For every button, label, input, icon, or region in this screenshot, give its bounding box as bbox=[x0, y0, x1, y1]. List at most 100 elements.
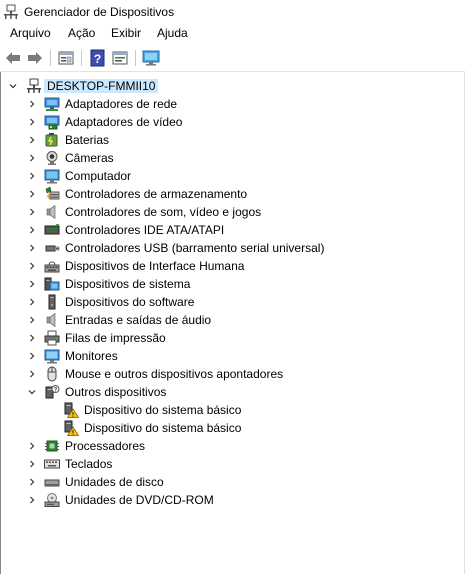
computer-icon bbox=[44, 169, 60, 184]
chevron-right-icon[interactable] bbox=[28, 370, 36, 378]
chevron-right-icon[interactable] bbox=[28, 316, 36, 324]
tree-item-label: Unidades de DVD/CD-ROM bbox=[65, 493, 214, 507]
tree-item-label: Controladores de armazenamento bbox=[65, 187, 248, 201]
tree-item-dispositivo-do-sistema-basico[interactable]: Dispositivo do sistema básico bbox=[1, 419, 464, 437]
display-adapter-icon bbox=[44, 115, 60, 130]
tree-item-label: Monitores bbox=[65, 349, 118, 363]
tree-item-dispositivos-de-sistema[interactable]: Dispositivos de sistema bbox=[1, 275, 464, 293]
tree-item-unidades-de-dvd-cd-rom[interactable]: Unidades de DVD/CD-ROM bbox=[1, 491, 464, 509]
software-device-icon bbox=[48, 294, 56, 310]
chevron-right-icon[interactable] bbox=[28, 172, 36, 180]
tree-item-label: Dispositivo do sistema básico bbox=[84, 421, 242, 435]
tree-item-label: Controladores de som, vídeo e jogos bbox=[65, 205, 262, 219]
tree-item-label: Controladores USB (barramento serial uni… bbox=[65, 241, 325, 255]
chevron-right-icon[interactable] bbox=[28, 478, 36, 486]
chevron-down-icon[interactable] bbox=[28, 388, 36, 396]
tree-item-baterias[interactable]: Baterias bbox=[1, 131, 464, 149]
toolbar-separator bbox=[81, 50, 82, 66]
chevron-right-icon[interactable] bbox=[28, 100, 36, 108]
menu-acao[interactable]: Ação bbox=[66, 26, 97, 40]
printer-icon bbox=[44, 330, 60, 346]
tree-item-label: Baterias bbox=[65, 133, 110, 147]
chevron-right-icon[interactable] bbox=[28, 262, 36, 270]
tree-item-adaptadores-de-video[interactable]: Adaptadores de vídeo bbox=[1, 113, 464, 131]
properties-button[interactable] bbox=[57, 49, 75, 67]
tree-root[interactable]: DESKTOP-FMMII10 bbox=[1, 77, 464, 95]
tree-item-monitores[interactable]: Monitores bbox=[1, 347, 464, 365]
battery-icon bbox=[45, 133, 58, 147]
chevron-right-icon[interactable] bbox=[28, 298, 36, 306]
tree-item-processadores[interactable]: Processadores bbox=[1, 437, 464, 455]
forward-button[interactable] bbox=[26, 49, 44, 67]
tree-item-label: Computador bbox=[65, 169, 132, 183]
menu-arquivo[interactable]: Arquivo bbox=[8, 26, 53, 40]
device-manager-icon bbox=[4, 4, 18, 19]
svg-text:?: ? bbox=[54, 387, 58, 393]
usb-icon bbox=[45, 245, 60, 252]
tree-item-label: Unidades de disco bbox=[65, 475, 164, 489]
chevron-right-icon[interactable] bbox=[28, 352, 36, 360]
tree-item-label: Adaptadores de rede bbox=[65, 97, 178, 111]
tree-item-label: Entradas e saídas de áudio bbox=[65, 313, 212, 327]
processor-icon bbox=[45, 440, 59, 452]
tree-item-cameras[interactable]: Câmeras bbox=[1, 149, 464, 167]
back-button[interactable] bbox=[4, 49, 22, 67]
tree-item-dispositivos-do-software[interactable]: Dispositivos do software bbox=[1, 293, 464, 311]
storage-controller-icon bbox=[45, 186, 60, 200]
svg-text:?: ? bbox=[94, 52, 101, 66]
device-tree: DESKTOP-FMMII10 Adaptadores de rede Adap… bbox=[0, 72, 465, 574]
tree-item-label: Outros dispositivos bbox=[65, 385, 167, 399]
ide-controller-icon bbox=[44, 224, 60, 235]
driver-button[interactable] bbox=[111, 49, 129, 67]
audio-io-icon bbox=[46, 312, 56, 328]
tree-item-mouse[interactable]: Mouse e outros dispositivos apontadores bbox=[1, 365, 464, 383]
title-bar: Gerenciador de Dispositivos bbox=[0, 0, 465, 24]
chevron-right-icon[interactable] bbox=[28, 154, 36, 162]
tree-item-computador[interactable]: Computador bbox=[1, 167, 464, 185]
tree-item-entradas-e-saidas-de-audio[interactable]: Entradas e saídas de áudio bbox=[1, 311, 464, 329]
tree-item-outros-dispositivos[interactable]: ? Outros dispositivos bbox=[1, 383, 464, 401]
warning-device-icon bbox=[64, 402, 79, 418]
chevron-right-icon[interactable] bbox=[28, 460, 36, 468]
tree-item-dispositivo-do-sistema-basico[interactable]: Dispositivo do sistema básico bbox=[1, 401, 464, 419]
chevron-right-icon[interactable] bbox=[28, 208, 36, 216]
menu-ajuda[interactable]: Ajuda bbox=[155, 26, 190, 40]
chevron-right-icon[interactable] bbox=[28, 226, 36, 234]
toolbar-separator bbox=[50, 50, 51, 66]
tree-item-filas-de-impressao[interactable]: Filas de impressão bbox=[1, 329, 464, 347]
tree-item-adaptadores-de-rede[interactable]: Adaptadores de rede bbox=[1, 95, 464, 113]
scan-hardware-button[interactable] bbox=[142, 49, 160, 67]
chevron-right-icon[interactable] bbox=[28, 244, 36, 252]
tree-item-label: Dispositivos de sistema bbox=[65, 277, 191, 291]
tree-item-controladores-ide[interactable]: Controladores IDE ATA/ATAPI bbox=[1, 221, 464, 239]
unknown-device-icon: ? bbox=[45, 385, 60, 399]
disk-drive-icon bbox=[44, 479, 60, 487]
speaker-icon bbox=[46, 204, 56, 220]
chevron-right-icon[interactable] bbox=[28, 442, 36, 450]
chevron-right-icon[interactable] bbox=[28, 190, 36, 198]
help-button[interactable]: ? bbox=[89, 49, 107, 67]
system-device-icon bbox=[44, 277, 60, 291]
tree-item-label: Dispositivos do software bbox=[65, 295, 195, 309]
tree-item-controladores-de-armazenamento[interactable]: Controladores de armazenamento bbox=[1, 185, 464, 203]
tree-item-label: Mouse e outros dispositivos apontadores bbox=[65, 367, 284, 381]
tree-item-label: Dispositivos de Interface Humana bbox=[65, 259, 245, 273]
tree-item-dispositivos-de-interface-humana[interactable]: Dispositivos de Interface Humana bbox=[1, 257, 464, 275]
tree-item-controladores-de-som[interactable]: Controladores de som, vídeo e jogos bbox=[1, 203, 464, 221]
camera-icon bbox=[46, 151, 58, 165]
chevron-right-icon[interactable] bbox=[28, 136, 36, 144]
chevron-right-icon[interactable] bbox=[28, 496, 36, 504]
monitor-icon bbox=[44, 349, 60, 364]
chevron-down-icon[interactable] bbox=[9, 82, 17, 90]
tree-item-label: Filas de impressão bbox=[65, 331, 166, 345]
menu-exibir[interactable]: Exibir bbox=[109, 26, 143, 40]
toolbar-separator bbox=[135, 50, 136, 66]
selected-node-label: DESKTOP-FMMII10 bbox=[44, 79, 159, 93]
chevron-right-icon[interactable] bbox=[28, 280, 36, 288]
window-title: Gerenciador de Dispositivos bbox=[24, 5, 175, 19]
tree-item-controladores-usb[interactable]: Controladores USB (barramento serial uni… bbox=[1, 239, 464, 257]
chevron-right-icon[interactable] bbox=[28, 118, 36, 126]
chevron-right-icon[interactable] bbox=[28, 334, 36, 342]
tree-item-unidades-de-disco[interactable]: Unidades de disco bbox=[1, 473, 464, 491]
tree-item-teclados[interactable]: Teclados bbox=[1, 455, 464, 473]
